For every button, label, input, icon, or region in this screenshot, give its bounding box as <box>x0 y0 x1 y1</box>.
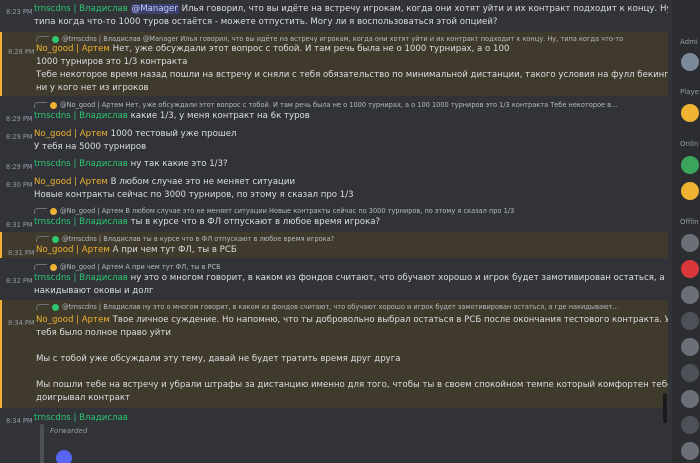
message-body: No_good | Артем А при чем тут ФЛ, ты в Р… <box>36 244 664 257</box>
section-online: Onlin <box>680 140 699 148</box>
timestamp: 8:29 PM <box>6 133 33 141</box>
message-body: trnscdns | Владислав ты в курсе что в ФЛ… <box>34 216 662 229</box>
message-line: ну так какие это 1/3? <box>130 159 228 169</box>
author-name[interactable]: No_good | Артем <box>34 129 108 139</box>
avatar[interactable] <box>681 442 699 460</box>
author-name[interactable]: trnscdns | Владислав <box>34 4 128 14</box>
chat-messages: 8:23 PM trnscdns | Владислав @Manager Ил… <box>0 0 668 463</box>
avatar[interactable] <box>681 312 699 330</box>
message: @trnscdns | Владислав ты в курсе что в Ф… <box>0 232 668 258</box>
message-line: ну это о многом говорит, в каком из фонд… <box>130 273 668 283</box>
message: @trnscdns | Владислав ну это о многом го… <box>0 300 668 408</box>
section-players: Playe <box>680 88 699 96</box>
avatar[interactable] <box>681 286 699 304</box>
timestamp: 8:32 PM <box>6 277 33 285</box>
message: 8:29 PM trnscdns | Владислав ну так каки… <box>0 158 668 172</box>
message-line: типа когда что-то 1000 туров остаётся - … <box>34 17 498 27</box>
section-admin: Admi <box>680 38 698 46</box>
message-line <box>36 367 39 377</box>
message-line: Тебе некоторое время назад пошли на встр… <box>36 70 668 80</box>
forwarded-bar <box>40 424 44 463</box>
message-line: А при чем тут ФЛ, ты в РСБ <box>112 245 237 255</box>
message-line: 1000 тестовый уже прошел <box>110 129 237 139</box>
author-name[interactable]: trnscdns | Владислав <box>34 413 128 423</box>
message-body: trnscdns | Владислав @Manager Илья говор… <box>34 3 668 29</box>
message-line: В любом случае это не меняет ситуации <box>110 177 296 187</box>
message-line <box>36 341 39 351</box>
author-name[interactable]: No_good | Артем <box>36 245 110 255</box>
message-line: Твое личное суждение. Но напомню, что ты… <box>112 315 668 325</box>
mention[interactable]: @Manager <box>130 4 179 14</box>
avatar[interactable] <box>681 416 699 434</box>
avatar[interactable] <box>681 390 699 408</box>
message: 8:29 PM No_good | Артем 1000 тестовый уж… <box>0 128 668 154</box>
message: 8:34 PM trnscdns | Владислав <box>0 412 668 426</box>
timestamp: 8:31 PM <box>8 249 35 257</box>
message-line: ни у кого нет из игроков <box>36 83 149 93</box>
timestamp: 8:34 PM <box>6 417 33 425</box>
message-line: Мы с тобой уже обсуждали эту тему, давай… <box>36 354 401 364</box>
message-body: trnscdns | Владислав <box>34 412 662 425</box>
timestamp: 8:30 PM <box>6 181 33 189</box>
timestamp: 8:34 PM <box>8 319 35 327</box>
timestamp: 8:28 PM <box>8 48 35 56</box>
message-line: доигрывал контракт <box>36 393 131 403</box>
message-line: У тебя на 5000 турниров <box>34 142 147 152</box>
message-line: Мы пошли тебе на встречу и убрали штрафы… <box>36 380 668 390</box>
avatar[interactable] <box>681 260 699 278</box>
author-name[interactable]: trnscdns | Владислав <box>34 111 128 121</box>
avatar[interactable] <box>681 182 699 200</box>
message-body: trnscdns | Владислав какие 1/3, у меня к… <box>34 110 662 123</box>
forwarded-label: Forwarded <box>50 427 88 435</box>
avatar[interactable] <box>681 364 699 382</box>
author-name[interactable]: No_good | Артем <box>36 315 110 325</box>
message-line: Нет, уже обсуждали этот вопрос с тобой. … <box>112 44 510 54</box>
message-body: trnscdns | Владислав ну так какие это 1/… <box>34 158 662 171</box>
message-line: Илья говорил, что вы идёте на встречу иг… <box>181 4 668 14</box>
message-body: trnscdns | Владислав ну это о многом гов… <box>34 272 668 298</box>
message-line: накидывают оковы и долг <box>34 286 154 296</box>
message-line: 1000 турниров это 1/3 контракта <box>36 57 188 67</box>
message-line: тебя было полное право уйти <box>36 328 171 338</box>
member-list: Admi Playe Onlin Offlin <box>672 0 700 463</box>
message: @No_good | Артем А при чем тут ФЛ, ты в … <box>0 260 668 298</box>
message: @trnscdns | Владислав @Manager Илья гово… <box>0 32 668 96</box>
section-offline: Offlin <box>680 218 699 226</box>
message-line: ты в курсе что в ФЛ отпускают в любое вр… <box>130 217 381 227</box>
author-name[interactable]: No_good | Артем <box>34 177 108 187</box>
message: @No_good | Артем Нет, уже обсуждали этот… <box>0 98 668 126</box>
message-line: какие 1/3, у меня контракт на 6к туров <box>130 111 310 121</box>
avatar[interactable] <box>681 104 699 122</box>
avatar[interactable] <box>681 156 699 174</box>
author-name[interactable]: trnscdns | Владислав <box>34 159 128 169</box>
avatar[interactable] <box>681 53 699 71</box>
avatar[interactable] <box>56 450 72 463</box>
message: @No_good | Артем В любом случае это не м… <box>0 204 668 230</box>
timestamp: 8:29 PM <box>6 115 33 123</box>
timestamp: 8:29 PM <box>6 163 33 171</box>
message: 8:23 PM trnscdns | Владислав @Manager Ил… <box>0 2 668 30</box>
message-body: No_good | Артем В любом случае это не ме… <box>34 176 662 202</box>
timestamp: 8:31 PM <box>6 221 33 229</box>
message-body: No_good | Артем 1000 тестовый уже прошел… <box>34 128 662 154</box>
message-body: No_good | Артем Нет, уже обсуждали этот … <box>36 43 668 95</box>
avatar[interactable] <box>681 338 699 356</box>
avatar[interactable] <box>681 234 699 252</box>
message-line: Новые контракты сейчас по 3000 турниров,… <box>34 190 354 200</box>
message: 8:30 PM No_good | Артем В любом случае э… <box>0 176 668 202</box>
author-name[interactable]: trnscdns | Владислав <box>34 217 128 227</box>
scrollbar-thumb[interactable] <box>663 393 667 423</box>
reply-preview[interactable]: @trnscdns | Владислав ну это о многом го… <box>36 301 662 314</box>
author-name[interactable]: No_good | Артем <box>36 44 110 54</box>
timestamp: 8:23 PM <box>6 8 33 16</box>
author-name[interactable]: trnscdns | Владислав <box>34 273 128 283</box>
message-body: No_good | Артем Твое личное суждение. Но… <box>36 314 668 405</box>
